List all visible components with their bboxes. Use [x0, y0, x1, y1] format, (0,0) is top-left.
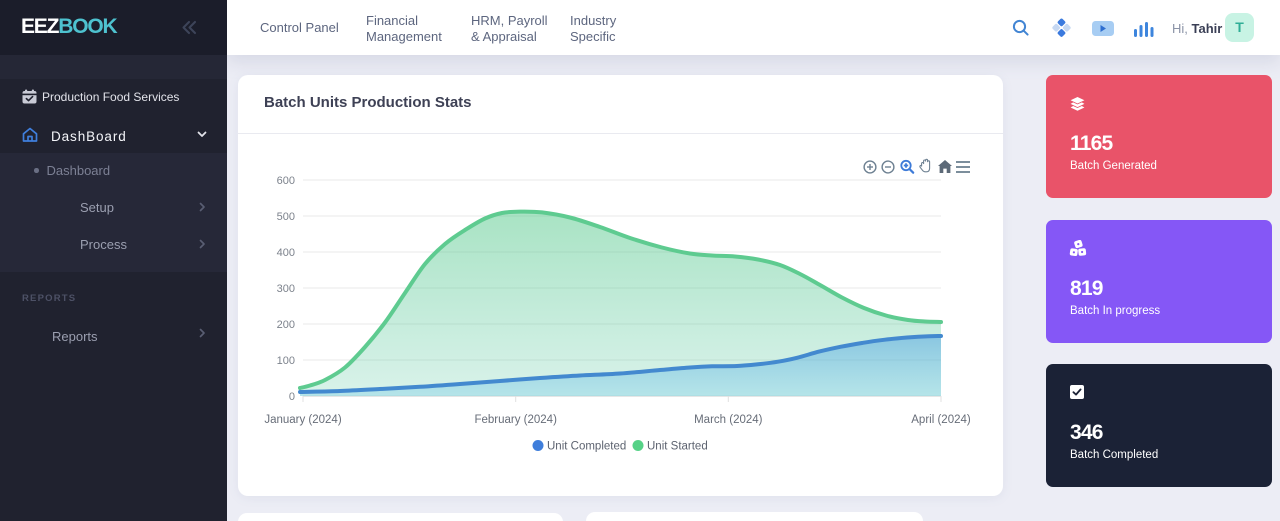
svg-text:January (2024): January (2024): [264, 414, 342, 426]
svg-text:200: 200: [277, 319, 295, 331]
svg-text:300: 300: [277, 283, 295, 295]
svg-text:600: 600: [277, 175, 295, 187]
svg-text:0: 0: [289, 391, 295, 403]
svg-text:500: 500: [277, 211, 295, 223]
svg-text:100: 100: [277, 355, 295, 367]
svg-text:February (2024): February (2024): [474, 414, 557, 426]
svg-text:Unit Completed: Unit Completed: [547, 441, 626, 453]
svg-text:March (2024): March (2024): [694, 414, 763, 426]
svg-text:400: 400: [277, 247, 295, 259]
svg-text:April (2024): April (2024): [911, 414, 971, 426]
svg-text:Unit Started: Unit Started: [647, 441, 708, 453]
